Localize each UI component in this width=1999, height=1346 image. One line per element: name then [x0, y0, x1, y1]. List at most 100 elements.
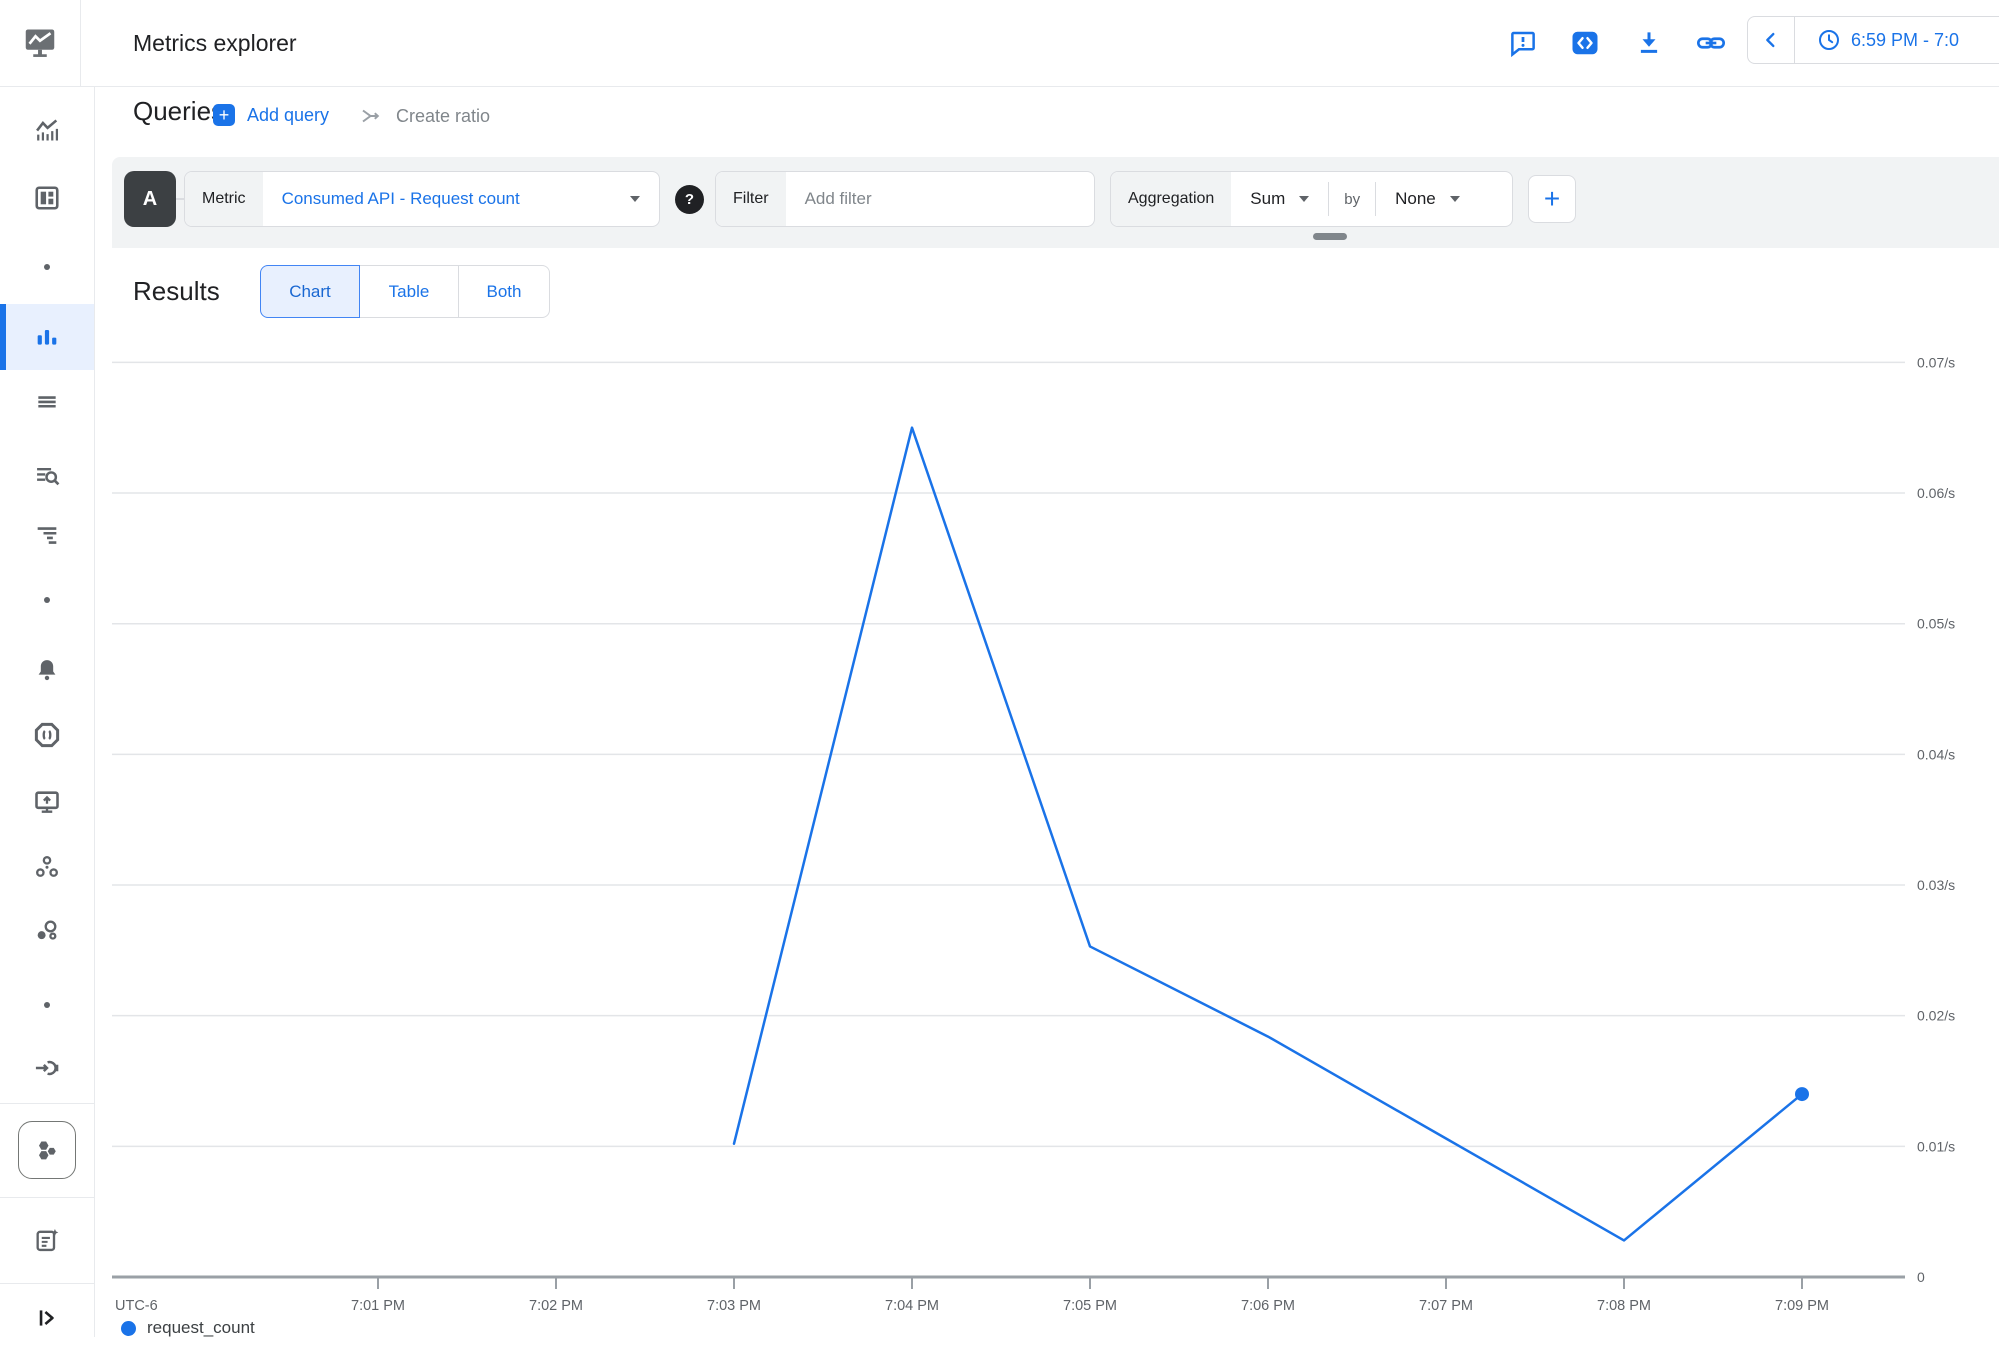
download-icon [1634, 28, 1664, 58]
svg-text:0: 0 [1917, 1269, 1925, 1285]
svg-text:7:02 PM: 7:02 PM [529, 1298, 583, 1314]
log-query-icon [33, 461, 61, 489]
sidebar-item-trace[interactable] [0, 507, 94, 563]
add-aggregation-button[interactable]: + [1528, 175, 1576, 223]
query-letter-badge: A [124, 171, 176, 227]
sidebar-item-services[interactable] [0, 902, 94, 958]
alerting-bell-icon [33, 656, 61, 684]
chevron-down-icon [1450, 196, 1460, 202]
download-button[interactable] [1632, 26, 1666, 60]
share-link-button[interactable] [1694, 26, 1728, 60]
create-ratio-button[interactable]: Create ratio [360, 104, 490, 128]
monitoring-logo[interactable] [0, 0, 81, 86]
link-icon [1695, 27, 1727, 59]
sidebar-item-groups[interactable] [0, 839, 94, 895]
svg-text:0.02/s: 0.02/s [1917, 1008, 1955, 1024]
trace-icon [33, 521, 61, 549]
code-icon [1570, 28, 1600, 58]
svg-text:UTC-6: UTC-6 [115, 1298, 158, 1314]
hexagons-icon [32, 1135, 62, 1165]
code-view-button[interactable] [1568, 26, 1602, 60]
series-color-dot [121, 1321, 136, 1336]
groups-icon [33, 853, 61, 881]
metrics-explorer-icon [33, 323, 61, 351]
connector-line [176, 198, 184, 200]
filter-input[interactable]: Add filter [786, 172, 1094, 226]
chevron-down-icon [1299, 196, 1309, 202]
sidebar-item-integrations[interactable] [0, 1040, 94, 1096]
sidebar-item-dashboards[interactable] [0, 170, 94, 226]
release-notes-icon [33, 1226, 61, 1254]
sidebar-dot-indicator [0, 261, 94, 273]
svg-text:7:06 PM: 7:06 PM [1241, 1298, 1295, 1314]
chart-legend: request_count [121, 1318, 255, 1338]
sidebar-expand-button[interactable] [0, 1290, 94, 1346]
feedback-icon [1508, 28, 1538, 58]
chevron-down-icon [630, 196, 640, 202]
tab-both[interactable]: Both [458, 265, 550, 318]
monitor-arrow-icon [33, 788, 61, 816]
svg-text:7:03 PM: 7:03 PM [707, 1298, 761, 1314]
integrations-icon [33, 1054, 61, 1082]
aggregation-block: Aggregation Sum by None [1110, 171, 1513, 227]
aggregation-value: Sum [1250, 189, 1285, 209]
metric-help-button[interactable]: ? [675, 185, 704, 214]
sidebar-item-kubernetes[interactable] [18, 1121, 76, 1179]
list-icon [34, 390, 60, 416]
queries-title: Queries [133, 96, 224, 127]
feedback-button[interactable] [1506, 26, 1540, 60]
metric-dropdown[interactable]: Consumed API - Request count [263, 172, 659, 226]
sidebar-item-metrics-explorer[interactable] [0, 304, 94, 370]
metric-dropdown-value: Consumed API - Request count [282, 189, 520, 209]
metric-block: Metric Consumed API - Request count [184, 171, 660, 227]
svg-text:7:01 PM: 7:01 PM [351, 1298, 405, 1314]
sidebar-item-release-notes[interactable] [0, 1212, 94, 1268]
create-ratio-label: Create ratio [396, 106, 490, 127]
tab-table[interactable]: Table [359, 265, 459, 318]
sidebar-dot-indicator [0, 594, 94, 606]
sidebar-item-alerting[interactable] [0, 642, 94, 698]
panel-resize-handle[interactable] [1313, 233, 1347, 240]
svg-text:0.07/s: 0.07/s [1917, 354, 1955, 370]
svg-text:7:07 PM: 7:07 PM [1419, 1298, 1473, 1314]
add-query-label: Add query [247, 105, 329, 126]
clock-icon [1817, 28, 1841, 52]
app-header: Metrics explorer [0, 0, 1999, 87]
svg-text:7:04 PM: 7:04 PM [885, 1298, 939, 1314]
sidebar-item-log-query[interactable] [0, 447, 94, 503]
svg-text:0.05/s: 0.05/s [1917, 616, 1955, 632]
by-label: by [1329, 172, 1375, 226]
svg-text:0.06/s: 0.06/s [1917, 485, 1955, 501]
time-range-back-button[interactable] [1748, 17, 1795, 63]
metric-label: Metric [185, 172, 263, 226]
svg-text:0.03/s: 0.03/s [1917, 877, 1955, 893]
aggregation-dropdown[interactable]: Sum [1231, 172, 1328, 226]
sidebar-dot-indicator [0, 999, 94, 1011]
sidebar-item-uptime-checks[interactable] [0, 707, 94, 763]
left-nav [0, 86, 95, 1337]
time-range-button[interactable]: 6:59 PM - 7:0 [1795, 28, 1959, 52]
tab-chart[interactable]: Chart [260, 265, 360, 318]
overview-icon [33, 116, 61, 144]
results-view-toggle: Chart Table Both [260, 265, 550, 318]
group-by-value: None [1395, 189, 1436, 209]
svg-text:0.04/s: 0.04/s [1917, 746, 1955, 762]
add-query-button[interactable]: + Add query [213, 104, 329, 126]
time-range-value: 6:59 PM - 7:0 [1851, 30, 1959, 51]
dashboards-icon [33, 184, 61, 212]
create-ratio-icon [360, 104, 384, 128]
svg-text:7:09 PM: 7:09 PM [1775, 1298, 1829, 1314]
sidebar-divider [0, 1283, 94, 1284]
svg-text:0.01/s: 0.01/s [1917, 1138, 1955, 1154]
sidebar-item-overview[interactable] [0, 102, 94, 158]
svg-text:7:08 PM: 7:08 PM [1597, 1298, 1651, 1314]
filter-block: Filter Add filter [715, 171, 1095, 227]
expand-panel-icon [34, 1305, 60, 1331]
sidebar-item-list[interactable] [0, 375, 94, 431]
sidebar-item-dashboards-monitor[interactable] [0, 774, 94, 830]
add-icon: + [213, 104, 235, 126]
svg-text:7:05 PM: 7:05 PM [1063, 1298, 1117, 1314]
series-name: request_count [147, 1318, 255, 1338]
group-by-dropdown[interactable]: None [1376, 172, 1479, 226]
chevron-left-icon [1760, 29, 1782, 51]
